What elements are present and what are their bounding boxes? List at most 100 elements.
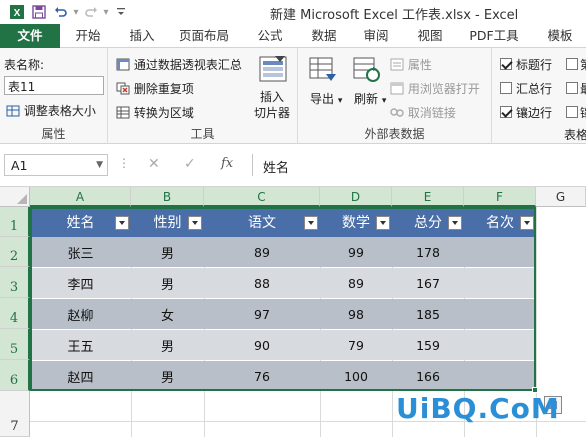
table-cell[interactable]: 赵四 xyxy=(30,361,131,391)
table-header-cell[interactable]: 性别 xyxy=(131,207,204,237)
filter-dropdown-icon[interactable] xyxy=(376,216,390,230)
name-box[interactable]: A1 ▼ xyxy=(4,154,108,176)
row-header-7[interactable]: 7 xyxy=(0,391,30,437)
open-in-browser-button[interactable]: 用浏览器打开 xyxy=(390,80,480,97)
convert-to-range-button[interactable]: 转换为区域 xyxy=(116,104,194,121)
table-cell[interactable]: 王五 xyxy=(30,330,131,360)
banded-columns-checkbox[interactable] xyxy=(566,106,578,118)
table-cell[interactable]: 99 xyxy=(320,237,392,267)
row-header-5[interactable]: 5 xyxy=(0,329,30,360)
table-header-cell[interactable]: 姓名 xyxy=(30,207,131,237)
table-cell[interactable]: 185 xyxy=(392,299,464,329)
formula-bar-grip-icon[interactable]: ⋮ xyxy=(118,156,130,170)
table-cell[interactable]: 97 xyxy=(204,299,320,329)
pivot-summary-button[interactable]: 通过数据透视表汇总 xyxy=(116,56,242,73)
enter-icon[interactable]: ✓ xyxy=(184,156,196,172)
column-header-e[interactable]: E xyxy=(392,187,464,207)
last-column-checkbox[interactable] xyxy=(566,82,578,94)
table-cell[interactable]: 166 xyxy=(392,361,464,391)
row-header-6[interactable]: 6 xyxy=(0,360,30,391)
table-cell[interactable]: 76 xyxy=(204,361,320,391)
table-header-cell[interactable]: 名次 xyxy=(464,207,536,237)
filter-dropdown-icon[interactable] xyxy=(188,216,202,230)
table-cell[interactable]: 男 xyxy=(131,237,204,267)
insert-function-icon[interactable]: fx xyxy=(221,156,233,171)
table-cell[interactable]: 79 xyxy=(320,330,392,360)
name-box-dropdown-icon[interactable]: ▼ xyxy=(96,160,103,170)
tab-view[interactable]: 视图 xyxy=(406,24,454,48)
column-header-f[interactable]: F xyxy=(464,187,536,207)
open-in-browser-label: 用浏览器打开 xyxy=(407,82,480,96)
tab-pdf-tools[interactable]: PDF工具 xyxy=(464,24,524,48)
properties-button[interactable]: 属性 xyxy=(390,56,432,73)
insert-slicer-button[interactable] xyxy=(258,54,288,87)
tab-insert[interactable]: 插入 xyxy=(118,24,166,48)
tab-page-layout[interactable]: 页面布局 xyxy=(172,24,236,48)
tab-data[interactable]: 数据 xyxy=(300,24,348,48)
undo-dropdown-icon[interactable]: ▾ xyxy=(72,7,80,18)
tab-formulas[interactable]: 公式 xyxy=(246,24,294,48)
table-cell[interactable] xyxy=(464,330,536,360)
row-header-4[interactable]: 4 xyxy=(0,298,30,329)
redo-dropdown-icon[interactable]: ▾ xyxy=(102,7,110,18)
filter-dropdown-icon[interactable] xyxy=(520,216,534,230)
table-cell[interactable] xyxy=(464,361,536,391)
table-cell[interactable]: 90 xyxy=(204,330,320,360)
export-button[interactable] xyxy=(308,56,338,87)
row-header-3[interactable]: 3 xyxy=(0,267,30,298)
tab-templates[interactable]: 模板 xyxy=(536,24,584,48)
table-cell[interactable]: 男 xyxy=(131,330,204,360)
column-header-a[interactable]: A xyxy=(30,187,131,207)
table-cell[interactable]: 张三 xyxy=(30,237,131,267)
tab-file[interactable]: 文件 xyxy=(0,24,60,48)
table-cell[interactable] xyxy=(464,237,536,267)
table-cell[interactable]: 男 xyxy=(131,268,204,298)
table-cell[interactable]: 89 xyxy=(320,268,392,298)
remove-duplicates-button[interactable]: 删除重复项 xyxy=(116,80,194,97)
column-header-g[interactable]: G xyxy=(536,187,586,207)
tab-review[interactable]: 审阅 xyxy=(352,24,400,48)
header-row-checkbox[interactable] xyxy=(500,58,512,70)
row-header-2[interactable]: 2 xyxy=(0,237,30,267)
table-header-cell[interactable]: 数学 xyxy=(320,207,392,237)
table-name-input[interactable]: 表11 xyxy=(4,76,104,95)
filter-dropdown-icon[interactable] xyxy=(115,216,129,230)
filter-dropdown-icon[interactable] xyxy=(448,216,462,230)
banded-rows-checkbox[interactable] xyxy=(500,106,512,118)
table-cell[interactable]: 赵柳 xyxy=(30,299,131,329)
undo-icon[interactable] xyxy=(50,1,72,23)
total-row-checkbox[interactable] xyxy=(500,82,512,94)
select-all-button[interactable] xyxy=(0,187,30,207)
table-cell[interactable]: 167 xyxy=(392,268,464,298)
export-label[interactable]: 导出 ▾ xyxy=(310,90,342,107)
resize-table-button[interactable]: 调整表格大小 xyxy=(6,102,96,119)
redo-icon[interactable] xyxy=(80,1,102,23)
table-cell[interactable] xyxy=(464,299,536,329)
column-header-b[interactable]: B xyxy=(131,187,204,207)
refresh-label[interactable]: 刷新 ▾ xyxy=(354,90,386,107)
table-header-cell[interactable]: 语文 xyxy=(204,207,320,237)
table-cell[interactable]: 178 xyxy=(392,237,464,267)
table-cell[interactable]: 女 xyxy=(131,299,204,329)
refresh-button[interactable] xyxy=(352,56,382,87)
table-header-cell[interactable]: 总分 xyxy=(392,207,464,237)
row-header-1[interactable]: 1 xyxy=(0,207,30,237)
save-icon[interactable] xyxy=(28,1,50,23)
filter-dropdown-icon[interactable] xyxy=(304,216,318,230)
cancel-icon[interactable]: ✕ xyxy=(148,156,160,172)
table-cell[interactable]: 98 xyxy=(320,299,392,329)
table-cell[interactable]: 李四 xyxy=(30,268,131,298)
first-column-checkbox[interactable] xyxy=(566,58,578,70)
column-header-c[interactable]: C xyxy=(204,187,320,207)
table-cell[interactable]: 男 xyxy=(131,361,204,391)
tab-home[interactable]: 开始 xyxy=(64,24,112,48)
unlink-button[interactable]: 取消链接 xyxy=(390,104,456,121)
table-cell[interactable]: 89 xyxy=(204,237,320,267)
customize-qat-icon[interactable] xyxy=(110,1,132,23)
table-cell[interactable] xyxy=(464,268,536,298)
column-header-d[interactable]: D xyxy=(320,187,392,207)
table-cell[interactable]: 88 xyxy=(204,268,320,298)
table-cell[interactable]: 159 xyxy=(392,330,464,360)
table-cell[interactable]: 100 xyxy=(320,361,392,391)
formula-input[interactable]: 姓名 xyxy=(252,154,586,176)
